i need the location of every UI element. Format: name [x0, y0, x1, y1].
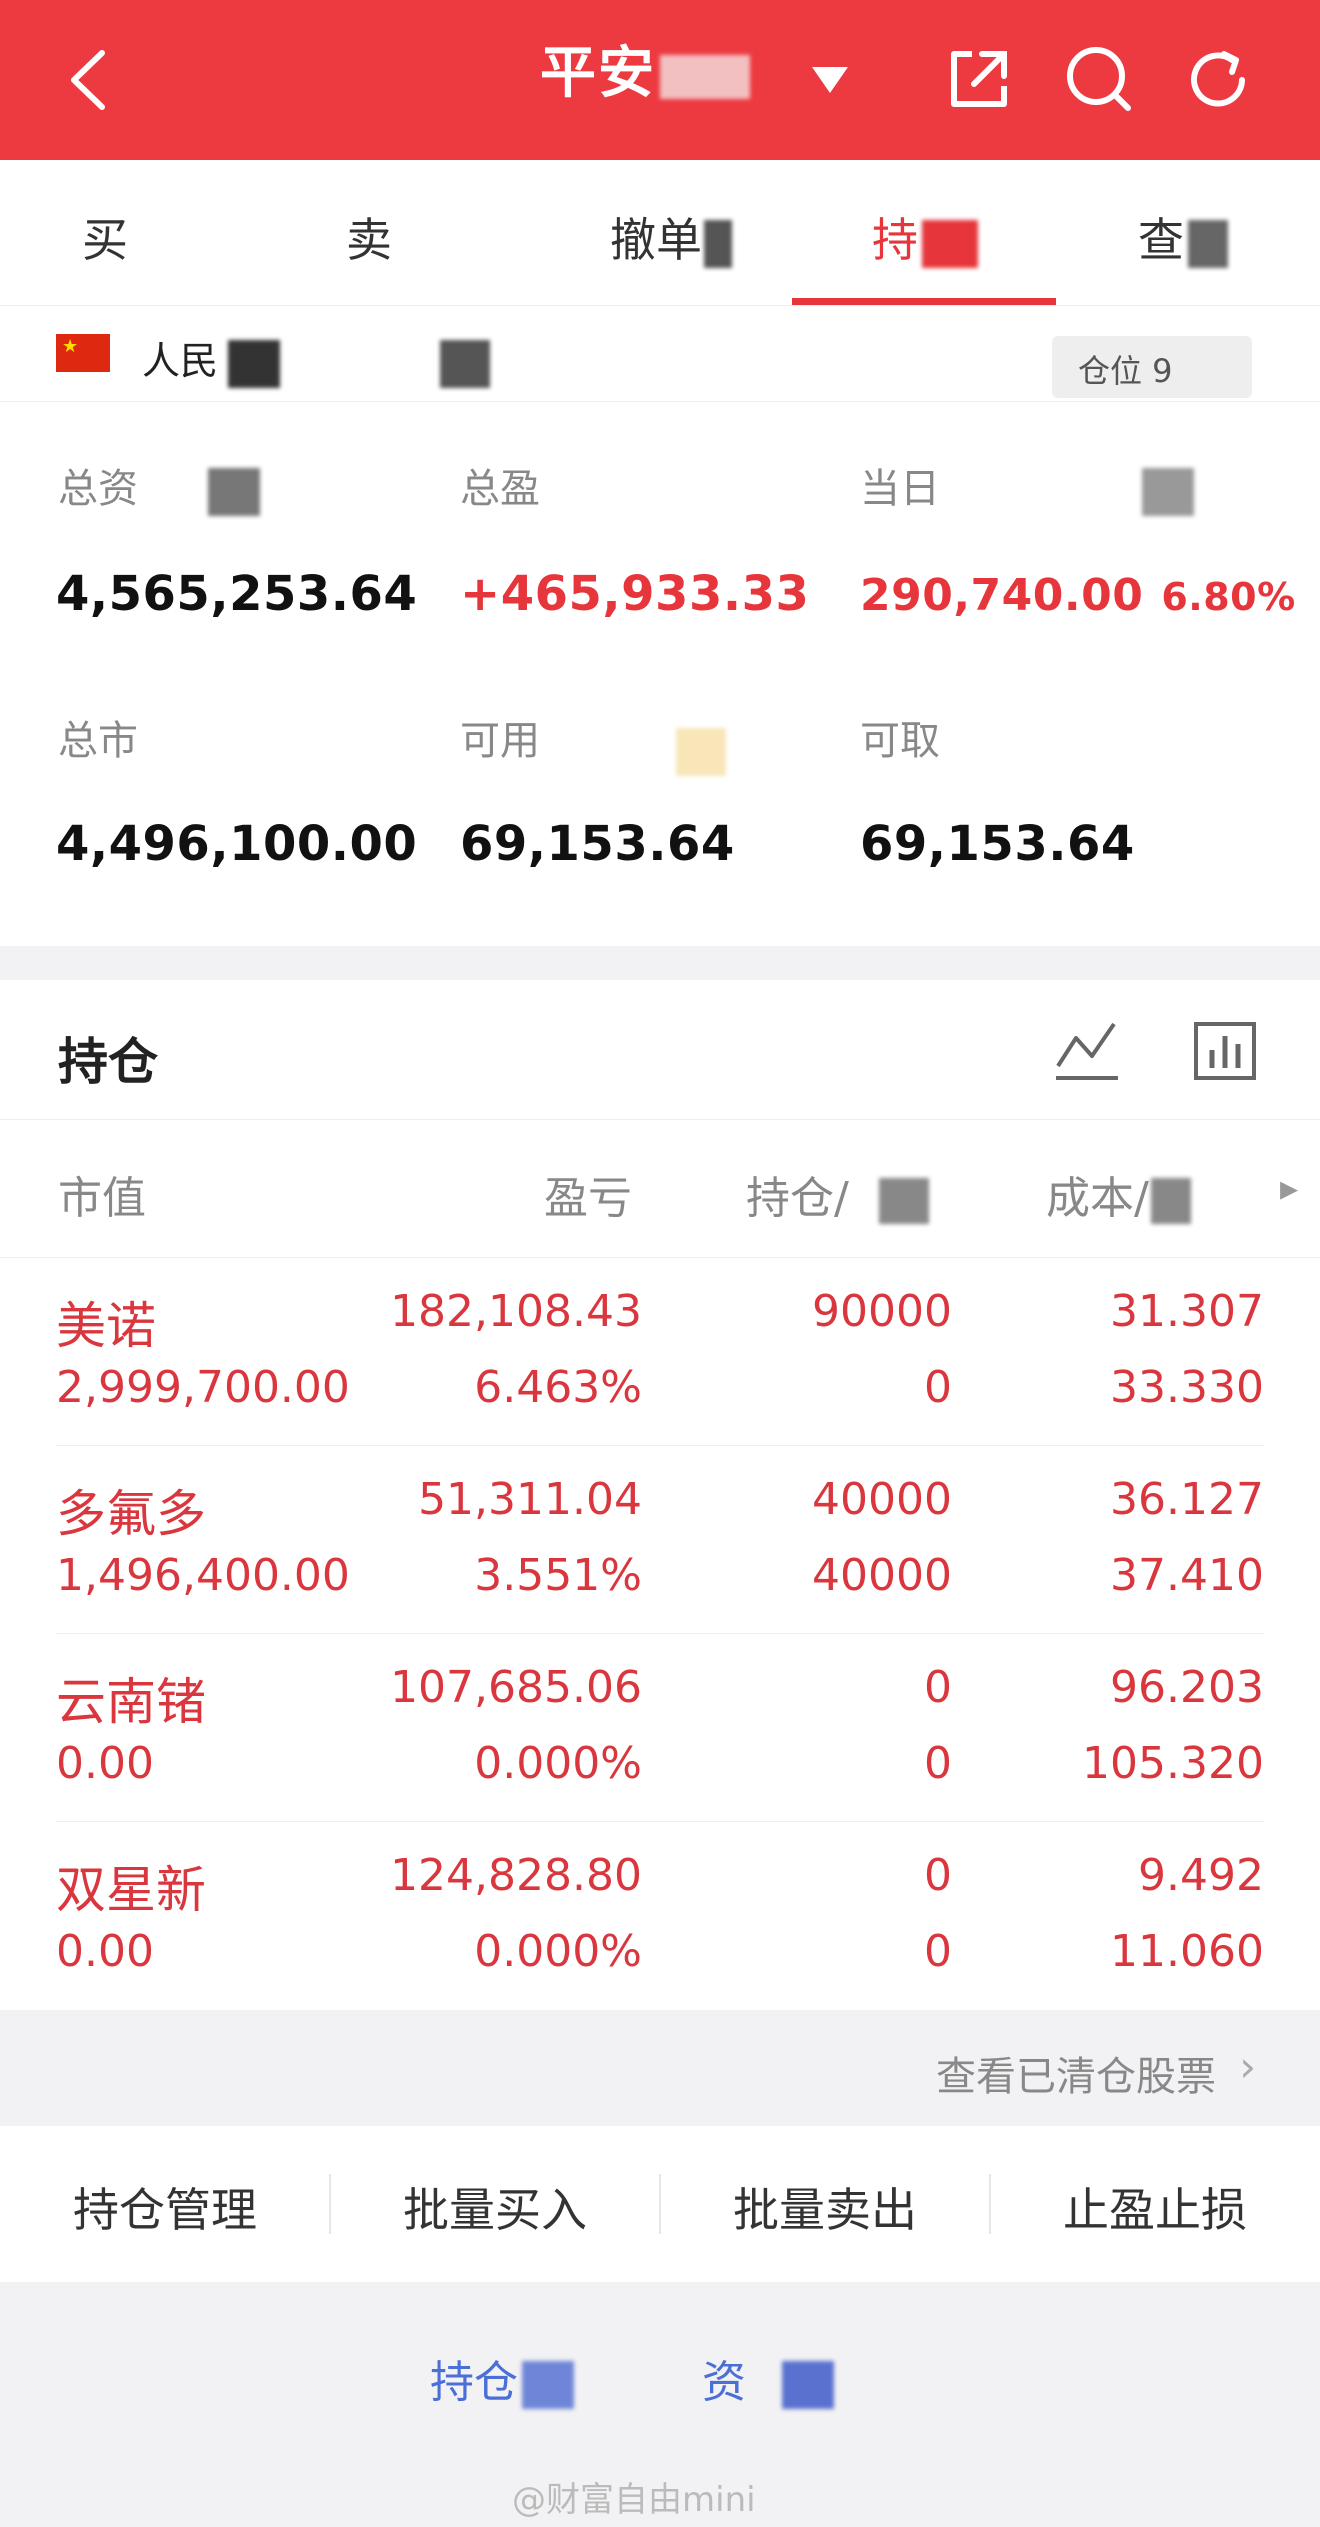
- market-value: 0.00: [56, 1738, 154, 1789]
- holdings-header: 持仓: [0, 980, 1320, 1120]
- nav-assets[interactable]: 资: [702, 2346, 834, 2410]
- pnl-amount: 182,108.43: [390, 1286, 642, 1337]
- cleared-stocks-link[interactable]: 查看已清仓股票 ›: [0, 2010, 1320, 2126]
- available-qty: 0: [924, 1926, 952, 1977]
- total-assets-value: 4,565,253.64: [56, 566, 418, 622]
- cleared-stocks-label: 查看已清仓股票: [936, 2054, 1216, 2100]
- total-market-value: 4,496,100.00: [56, 816, 418, 872]
- pnl-percent: 6.463%: [474, 1362, 642, 1413]
- table-row[interactable]: 云南锗 0.00 107,685.06 0.000% 0 0 96.203 10…: [0, 1634, 1320, 1822]
- tab-sell[interactable]: 卖: [346, 204, 392, 270]
- pnl-percent: 0.000%: [474, 1926, 642, 1977]
- active-tab-indicator: [792, 298, 1056, 305]
- col-position[interactable]: 持仓/: [746, 1162, 929, 1226]
- daily-pnl-label: 当日: [860, 466, 940, 512]
- holdings-title: 持仓: [58, 1033, 158, 1091]
- currency-row[interactable]: 人民 仓位 9: [0, 306, 1320, 402]
- holdings-list: 美诺 2,999,700.00 182,108.43 6.463% 90000 …: [0, 1258, 1320, 2010]
- available-qty: 0: [924, 1362, 952, 1413]
- position-ratio-badge: 仓位 9: [1052, 336, 1252, 398]
- share-icon[interactable]: [938, 40, 1018, 120]
- watermark: @财富自由mini: [512, 2480, 756, 2520]
- batch-sell-button[interactable]: 批量卖出: [660, 2174, 990, 2240]
- available-funds-value: 69,153.64: [460, 816, 735, 872]
- col-pnl[interactable]: 盈亏: [544, 1162, 632, 1226]
- total-assets-label: 总资: [58, 466, 138, 512]
- current-price: 33.330: [1110, 1362, 1264, 1413]
- daily-pnl-info-icon[interactable]: [1142, 468, 1194, 516]
- pnl-amount: 51,311.04: [418, 1474, 642, 1525]
- withdrawable-label: 可取: [860, 718, 940, 764]
- table-row[interactable]: 美诺 2,999,700.00 182,108.43 6.463% 90000 …: [0, 1258, 1320, 1446]
- cost-price: 9.492: [1138, 1850, 1264, 1901]
- china-flag-icon: [56, 334, 110, 372]
- eye-icon[interactable]: [208, 468, 260, 516]
- stock-name: 双星新: [56, 1861, 206, 1919]
- stock-name: 多氟多: [56, 1485, 206, 1543]
- available-qty: 0: [924, 1738, 952, 1789]
- available-funds-info-icon[interactable]: [676, 728, 726, 776]
- current-price: 105.320: [1082, 1738, 1264, 1789]
- pnl-amount: 124,828.80: [390, 1850, 642, 1901]
- col-cost[interactable]: 成本/: [1046, 1162, 1191, 1226]
- pnl-percent: 3.551%: [474, 1550, 642, 1601]
- stock-name: 云南锗: [56, 1673, 206, 1731]
- back-icon[interactable]: [50, 40, 130, 120]
- position-management-button[interactable]: 持仓管理: [0, 2174, 330, 2240]
- take-profit-stop-loss-button[interactable]: 止盈止损: [990, 2174, 1320, 2240]
- market-value: 2,999,700.00: [56, 1362, 350, 1413]
- daily-pnl-pct: 6.80%: [1161, 575, 1296, 619]
- search-icon[interactable]: [1058, 40, 1138, 120]
- available-funds-label: 可用: [460, 718, 540, 764]
- tab-cancel[interactable]: 撤单: [610, 204, 732, 270]
- trade-tabs: 买 卖 撤单 持 查: [0, 160, 1320, 306]
- cost-price: 36.127: [1110, 1474, 1264, 1525]
- tab-holdings[interactable]: 持: [872, 204, 978, 270]
- refresh-icon[interactable]: [1178, 40, 1258, 120]
- pnl-percent: 0.000%: [474, 1738, 642, 1789]
- tab-query[interactable]: 查: [1138, 204, 1228, 270]
- position-qty: 0: [924, 1850, 952, 1901]
- currency-label: 人民: [142, 330, 491, 388]
- cost-price: 31.307: [1110, 1286, 1264, 1337]
- account-summary: 人民 仓位 9 总资 4,565,253.64 总盈 +465,933.33 当…: [0, 306, 1320, 946]
- chevron-right-icon: ›: [1239, 2042, 1256, 2091]
- total-pnl-label: 总盈: [460, 466, 540, 512]
- position-qty: 40000: [812, 1474, 952, 1525]
- bottom-nav: 持仓 资 @财富自由mini: [0, 2282, 1320, 2527]
- total-market-value-label: 总市: [58, 718, 138, 764]
- nav-holdings-analysis[interactable]: 持仓: [430, 2346, 574, 2410]
- holdings-action-bar: 持仓管理 批量买入 批量卖出 止盈止损: [0, 2126, 1320, 2282]
- table-row[interactable]: 双星新 0.00 124,828.80 0.000% 0 0 9.492 11.…: [0, 1822, 1320, 2010]
- tab-buy[interactable]: 买: [82, 204, 128, 270]
- daily-pnl-value: 290,740.00 6.80%: [860, 570, 1296, 621]
- bar-chart-icon[interactable]: [1190, 1016, 1260, 1086]
- scroll-right-icon[interactable]: ▸: [1280, 1168, 1298, 1209]
- batch-buy-button[interactable]: 批量买入: [330, 2174, 660, 2240]
- current-price: 11.060: [1110, 1926, 1264, 1977]
- holdings-column-header: 市值 盈亏 持仓/ 成本/ ▸: [0, 1120, 1320, 1258]
- total-pnl-value: +465,933.33: [460, 566, 810, 622]
- available-qty: 40000: [812, 1550, 952, 1601]
- market-value: 1,496,400.00: [56, 1550, 350, 1601]
- pnl-amount: 107,685.06: [390, 1662, 642, 1713]
- app-header: 平安: [0, 0, 1320, 160]
- line-chart-icon[interactable]: [1052, 1016, 1122, 1086]
- cost-price: 96.203: [1110, 1662, 1264, 1713]
- table-row[interactable]: 多氟多 1,496,400.00 51,311.04 3.551% 40000 …: [0, 1446, 1320, 1634]
- current-price: 37.410: [1110, 1550, 1264, 1601]
- dropdown-triangle-icon[interactable]: [790, 40, 870, 120]
- position-qty: 0: [924, 1662, 952, 1713]
- position-qty: 90000: [812, 1286, 952, 1337]
- col-market-value[interactable]: 市值: [58, 1162, 146, 1226]
- stock-name: 美诺: [56, 1297, 156, 1355]
- withdrawable-value: 69,153.64: [860, 816, 1135, 872]
- broker-title[interactable]: 平安: [540, 28, 750, 109]
- market-value: 0.00: [56, 1926, 154, 1977]
